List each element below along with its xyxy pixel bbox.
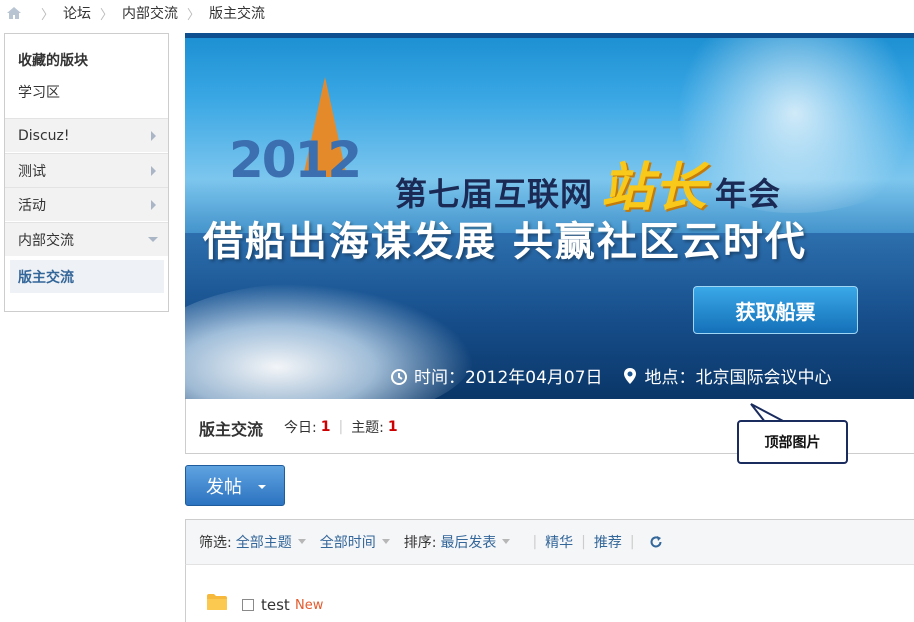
forum-title: 版主交流 bbox=[199, 420, 264, 439]
banner-top-border bbox=[185, 33, 914, 38]
dropdown-arrow-icon[interactable] bbox=[502, 538, 511, 544]
chevron-right-icon bbox=[151, 131, 156, 141]
topics-label: 主题: bbox=[351, 420, 384, 436]
divider: | bbox=[629, 534, 635, 550]
sidebar-group-label: 测试 bbox=[18, 163, 46, 180]
chevron-down-icon bbox=[148, 237, 158, 242]
sidebar-group-internal[interactable]: 内部交流 bbox=[5, 222, 168, 256]
today-count: 1 bbox=[320, 419, 331, 435]
refresh-icon[interactable] bbox=[649, 535, 663, 549]
chevron-right-icon bbox=[151, 200, 156, 210]
sort-last-post[interactable]: 最后发表 bbox=[440, 532, 496, 552]
event-place: 地点：北京国际会议中心 bbox=[644, 368, 832, 388]
dropdown-arrow-icon[interactable] bbox=[297, 538, 306, 544]
filter-recommend[interactable]: 推荐 bbox=[594, 532, 622, 552]
sidebar-group-label: Discuz! bbox=[18, 127, 70, 144]
filter-digest[interactable]: 精华 bbox=[545, 532, 573, 552]
sort-label: 排序: bbox=[403, 535, 437, 551]
thread-filter-bar: 筛选: 全部主题 全部时间 排序: 最后发表 | 精华 | 推荐 | bbox=[185, 519, 914, 565]
top-banner-image[interactable]: 2012 第七届互联网 站长 年会 借船出海谋发展 共赢社区云时代 获取船票 时间：… bbox=[185, 33, 914, 399]
breadcrumb-forum[interactable]: 论坛 bbox=[63, 3, 91, 23]
sidebar-group-discuz[interactable]: Discuz! bbox=[5, 118, 168, 152]
filter-label: 筛选: bbox=[199, 535, 232, 551]
location-pin-icon bbox=[621, 367, 639, 385]
sidebar-group-activity[interactable]: 活动 bbox=[5, 187, 168, 221]
sidebar-group-label: 活动 bbox=[18, 197, 46, 214]
breadcrumb-separator: 〉 bbox=[41, 7, 55, 23]
home-icon[interactable] bbox=[6, 6, 22, 20]
chevron-down-icon bbox=[258, 485, 266, 489]
today-label: 今日: bbox=[284, 420, 317, 436]
breadcrumb-internal[interactable]: 内部交流 bbox=[122, 3, 178, 23]
annotation-callout: 顶部图片 bbox=[737, 420, 848, 464]
breadcrumb: 〉 论坛 〉 内部交流 〉 版主交流 bbox=[0, 0, 914, 26]
thread-title[interactable]: test bbox=[261, 596, 290, 614]
banner-year: 2012 bbox=[229, 131, 362, 189]
breadcrumb-separator: 〉 bbox=[100, 7, 114, 23]
forum-stats: 今日: 1 | 主题: 1 bbox=[284, 417, 398, 437]
breadcrumb-separator: 〉 bbox=[187, 7, 201, 23]
breadcrumb-current[interactable]: 版主交流 bbox=[209, 3, 265, 23]
new-badge: New bbox=[295, 598, 324, 613]
forum-sidebar: 收藏的版块 学习区 Discuz! 测试 活动 内部交流 版主交流 bbox=[4, 33, 169, 312]
thread-list: test New bbox=[185, 565, 914, 622]
divider: | bbox=[581, 534, 586, 550]
divider: | bbox=[338, 419, 344, 435]
favorite-item-study[interactable]: 学习区 bbox=[18, 82, 60, 102]
filter-all-time[interactable]: 全部时间 bbox=[320, 532, 376, 552]
get-ticket-button[interactable]: 获取船票 bbox=[693, 286, 858, 334]
sidebar-group-label: 内部交流 bbox=[18, 232, 74, 249]
banner-event-info: 时间：2012年04月07日 地点：北京国际会议中心 bbox=[390, 363, 832, 388]
divider: | bbox=[532, 534, 538, 550]
sidebar-group-test[interactable]: 测试 bbox=[5, 153, 168, 187]
sidebar-item-moderator-forum[interactable]: 版主交流 bbox=[10, 260, 164, 293]
clock-icon bbox=[390, 367, 408, 385]
topics-count: 1 bbox=[387, 419, 398, 435]
folder-icon bbox=[206, 593, 228, 611]
new-post-button[interactable]: 发帖 bbox=[185, 465, 285, 506]
dropdown-arrow-icon[interactable] bbox=[381, 538, 390, 544]
banner-slogan: 借船出海谋发展 共赢社区云时代 bbox=[203, 219, 807, 265]
filter-all-topics[interactable]: 全部主题 bbox=[236, 532, 292, 552]
chevron-right-icon bbox=[151, 166, 156, 176]
new-post-label: 发帖 bbox=[206, 476, 242, 498]
thread-checkbox[interactable] bbox=[242, 599, 254, 611]
event-time: 时间：2012年04月07日 bbox=[414, 368, 603, 388]
favorites-title: 收藏的版块 bbox=[18, 53, 88, 69]
